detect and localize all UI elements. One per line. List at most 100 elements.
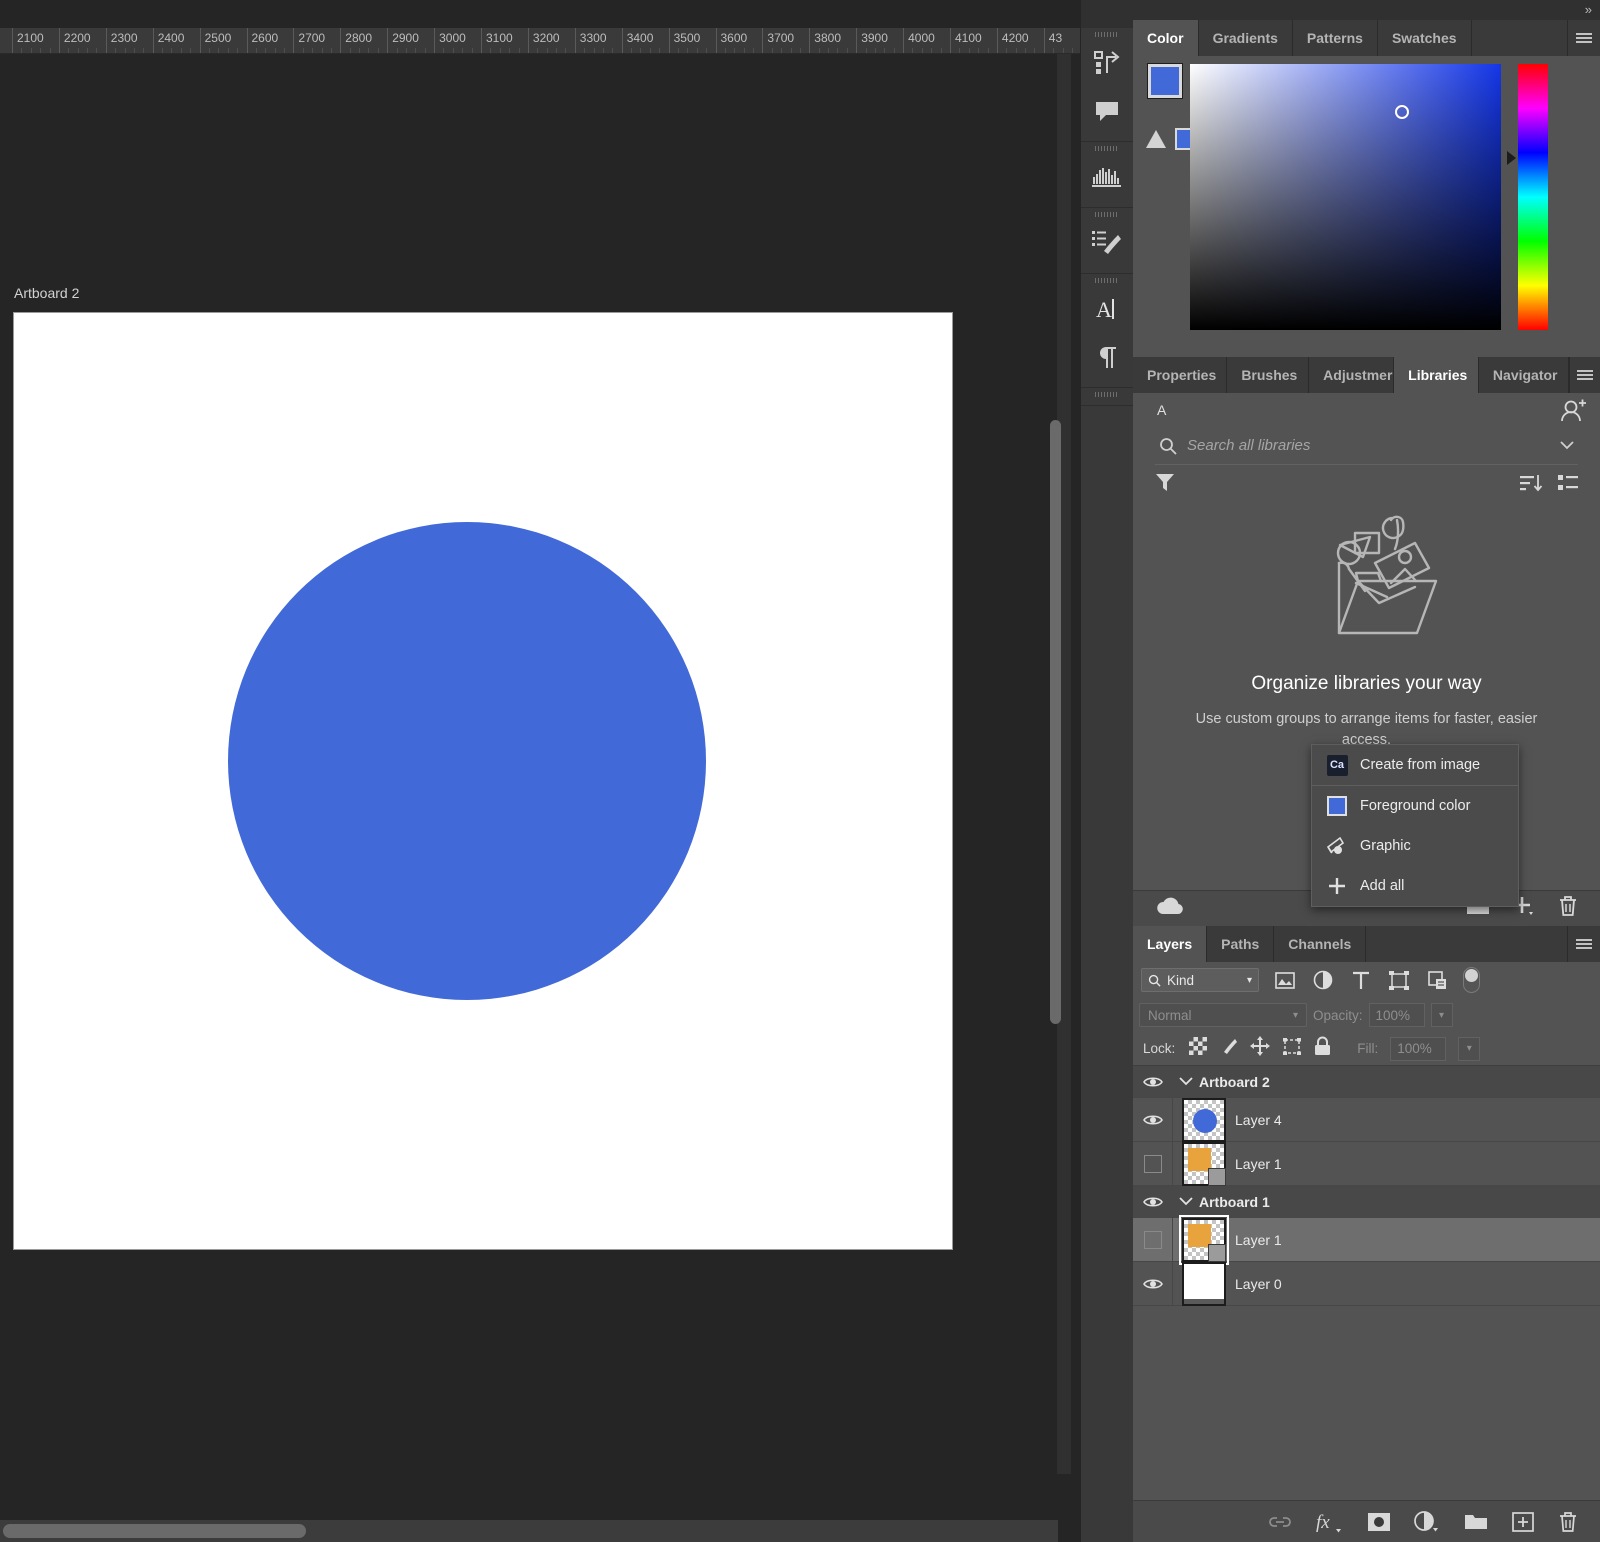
layer-visibility-toggle[interactable] (1133, 1142, 1173, 1185)
layer-name[interactable]: Layer 0 (1235, 1276, 1282, 1292)
chevron-down-icon[interactable]: ▾ (1293, 1010, 1298, 1021)
layer-thumbnail-cell[interactable] (1173, 1214, 1235, 1265)
layer-thumbnail-cell[interactable] (1173, 1097, 1235, 1142)
new-group-icon[interactable] (1464, 1512, 1488, 1531)
filter-toggle-switch[interactable] (1463, 967, 1480, 993)
layer-visibility-toggle[interactable] (1133, 1098, 1173, 1141)
tab-swatches[interactable]: Swatches (1377, 20, 1472, 56)
lock-position-icon[interactable] (1250, 1036, 1271, 1061)
lock-artboard-nesting-icon[interactable] (1282, 1037, 1302, 1061)
layer-name[interactable]: Layer 4 (1235, 1112, 1282, 1128)
horizontal-ruler[interactable]: 2100 2200 2300 2400 2500 2600 2700 2800 2900 3000… (0, 28, 1080, 54)
comments-icon[interactable] (1081, 87, 1133, 135)
rail-grip[interactable] (1081, 276, 1133, 285)
character-icon[interactable]: A (1081, 285, 1133, 333)
tab-libraries[interactable]: Libraries (1394, 357, 1479, 393)
canvas-horizontal-scroll-thumb[interactable] (3, 1524, 306, 1538)
layer-thumbnail-cell[interactable] (1173, 1261, 1235, 1306)
panel-icon-rail[interactable]: A (1081, 0, 1133, 1542)
layer-visibility-toggle[interactable] (1133, 1262, 1173, 1305)
layer-group-row-artboard1[interactable]: Artboard 1 (1133, 1186, 1600, 1218)
histogram-icon[interactable] (1081, 153, 1133, 201)
new-layer-icon[interactable] (1512, 1511, 1534, 1532)
layer-thumbnail[interactable] (1182, 1141, 1226, 1186)
layers-panel-menu-icon[interactable] (1568, 926, 1600, 962)
menu-item-create-from-image[interactable]: Ca Create from image (1312, 745, 1518, 785)
libraries-panel-tabbar[interactable]: Properties Brushes Adjustmer Libraries N… (1133, 357, 1600, 393)
paragraph-icon[interactable] (1081, 333, 1133, 381)
opacity-stepper[interactable]: ▾ (1430, 1003, 1453, 1027)
group-collapse-chevron-icon[interactable] (1173, 1197, 1199, 1206)
layer-visibility-toggle[interactable] (1133, 1186, 1173, 1217)
search-input[interactable]: Search all libraries (1187, 437, 1550, 454)
cloud-icon[interactable] (1155, 896, 1185, 921)
libraries-search-bar[interactable]: Search all libraries (1155, 427, 1578, 465)
filter-funnel-icon[interactable] (1155, 473, 1175, 497)
blend-mode-select[interactable]: Normal ▾ (1139, 1003, 1307, 1027)
tab-patterns[interactable]: Patterns (1292, 20, 1378, 56)
menu-item-graphic[interactable]: Graphic (1312, 826, 1518, 866)
rail-grip[interactable] (1081, 390, 1133, 399)
layer-name[interactable]: Artboard 1 (1199, 1194, 1270, 1210)
tab-gradients[interactable]: Gradients (1198, 20, 1293, 56)
rail-grip[interactable] (1081, 210, 1133, 219)
layer-style-fx-icon[interactable]: fx (1316, 1510, 1344, 1534)
tab-adjustments[interactable]: Adjustmer (1309, 357, 1395, 393)
layer-thumbnail[interactable] (1182, 1097, 1226, 1142)
actions-icon[interactable] (1081, 39, 1133, 87)
layers-panel-tabbar[interactable]: Layers Paths Channels (1133, 926, 1600, 962)
tab-color[interactable]: Color (1133, 20, 1199, 56)
delete-layer-icon[interactable] (1558, 1511, 1578, 1533)
artboard-canvas[interactable] (13, 312, 953, 1250)
tab-navigator[interactable]: Navigator (1478, 357, 1569, 393)
image-filter-icon[interactable] (1273, 971, 1297, 989)
group-collapse-chevron-icon[interactable] (1173, 1077, 1199, 1086)
brush-settings-icon[interactable] (1081, 219, 1133, 267)
layer-thumbnail-cell[interactable] (1173, 1141, 1235, 1186)
canvas-area[interactable]: 2100 2200 2300 2400 2500 2600 2700 2800 2900 3000… (0, 0, 1080, 1542)
rail-grip[interactable] (1081, 30, 1133, 39)
tab-brushes[interactable]: Brushes (1227, 357, 1310, 393)
canvas-horizontal-scrollbar[interactable] (0, 1520, 1058, 1542)
lock-all-icon[interactable] (1314, 1036, 1331, 1061)
eye-off-icon[interactable] (1143, 1154, 1162, 1173)
expand-panels-icon[interactable]: » (1585, 2, 1592, 17)
tab-layers[interactable]: Layers (1133, 926, 1208, 962)
layer-visibility-toggle[interactable] (1133, 1066, 1173, 1097)
adjustment-layer-icon[interactable] (1414, 1510, 1440, 1533)
shape-filter-icon[interactable] (1387, 970, 1411, 990)
foreground-color-swatch[interactable] (1147, 63, 1183, 99)
layer-kind-filter[interactable]: Kind ▾ (1141, 968, 1259, 992)
menu-item-foreground-color[interactable]: Foreground color (1312, 786, 1518, 826)
fill-input[interactable]: 100% (1390, 1036, 1447, 1061)
type-filter-icon[interactable] (1349, 971, 1373, 990)
invite-user-icon[interactable] (1560, 399, 1586, 428)
layer-row-layer1-artboard2[interactable]: Layer 1 (1133, 1141, 1600, 1186)
chevron-down-icon[interactable] (1560, 438, 1574, 453)
current-library-name[interactable]: A (1157, 402, 1166, 418)
layer-row-layer0[interactable]: Layer 0 (1133, 1261, 1600, 1306)
trash-icon[interactable] (1558, 895, 1578, 922)
menu-item-add-all[interactable]: Add all (1312, 866, 1518, 906)
list-view-icon[interactable] (1558, 474, 1578, 497)
artboard-label[interactable]: Artboard 2 (14, 285, 79, 301)
lock-transparent-pixels-icon[interactable] (1189, 1037, 1208, 1060)
layer-thumbnail[interactable] (1182, 1261, 1226, 1306)
fill-stepper[interactable]: ▾ (1458, 1036, 1481, 1061)
layer-name[interactable]: Layer 1 (1235, 1232, 1282, 1248)
layer-row-layer1-artboard1[interactable]: Layer 1 (1133, 1214, 1600, 1265)
layer-group-row-artboard2[interactable]: Artboard 2 (1133, 1066, 1600, 1098)
sort-icon[interactable] (1520, 474, 1543, 497)
layer-name[interactable]: Artboard 2 (1199, 1074, 1270, 1090)
layer-name[interactable]: Layer 1 (1235, 1156, 1282, 1172)
color-panel-menu-icon[interactable] (1568, 20, 1600, 56)
hue-slider-marker[interactable] (1507, 151, 1516, 165)
add-content-context-menu[interactable]: Ca Create from image Foreground color Gr… (1311, 744, 1519, 907)
opacity-input[interactable]: 100% (1368, 1003, 1425, 1027)
adjustment-filter-icon[interactable] (1311, 970, 1335, 990)
color-picker-marker[interactable] (1395, 105, 1409, 119)
saturation-value-field[interactable] (1190, 64, 1501, 330)
layer-visibility-toggle[interactable] (1133, 1218, 1173, 1261)
tab-paths[interactable]: Paths (1207, 926, 1275, 962)
lock-image-pixels-icon[interactable] (1219, 1037, 1238, 1061)
